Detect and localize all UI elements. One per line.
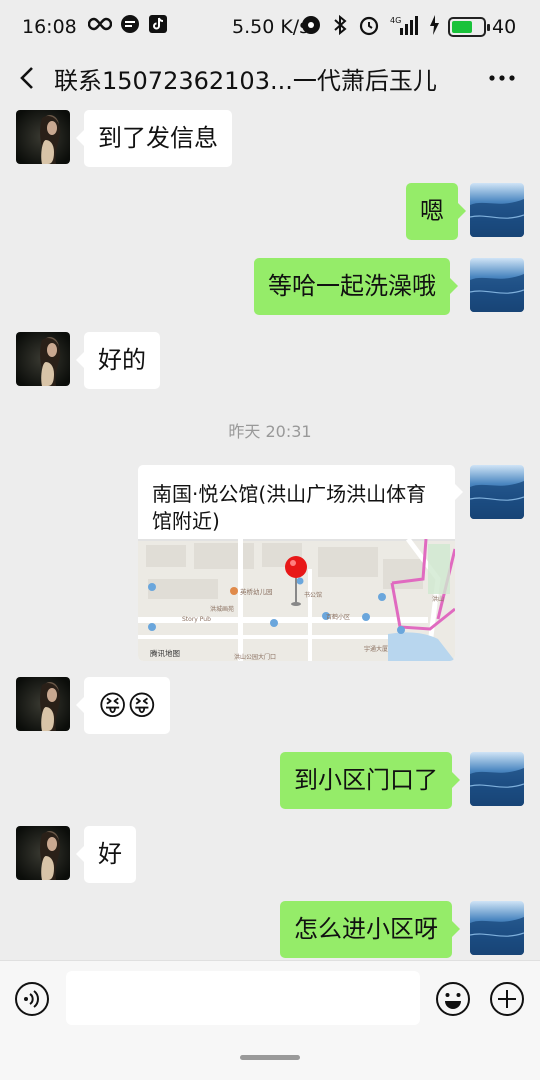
- status-bar: 16:08 5.50 K/s 4G 40: [0, 0, 540, 56]
- my-avatar[interactable]: [470, 465, 524, 519]
- battery-icon: [448, 17, 490, 37]
- location-map-thumbnail[interactable]: 英桥幼儿园 洪城画苑 Story Pub 腾讯地图 宇通大厦 洪山公园大门口 百…: [138, 539, 455, 661]
- contact-avatar[interactable]: [16, 110, 70, 164]
- voice-icon[interactable]: [14, 981, 50, 1017]
- battery-level: 40: [492, 16, 517, 38]
- bluetooth-icon: [334, 14, 347, 36]
- plus-icon[interactable]: [489, 981, 525, 1017]
- chat-input-bar: [0, 960, 540, 1080]
- message-bubble-incoming[interactable]: 好: [76, 826, 136, 883]
- map-label: 英桥幼儿园: [240, 587, 273, 596]
- message-icon: [121, 15, 139, 33]
- my-avatar[interactable]: [470, 258, 524, 312]
- location-name: 南国·悦公馆(洪山广场洪山体育馆附近): [152, 482, 427, 533]
- hotspot-icon: [302, 16, 320, 34]
- infinity-icon: [88, 17, 112, 31]
- map-label: 洪城画苑: [210, 605, 234, 613]
- map-label: 书公馆: [304, 591, 322, 599]
- contact-avatar[interactable]: [16, 826, 70, 880]
- message-bubble-outgoing[interactable]: 嗯: [406, 183, 466, 240]
- contact-avatar[interactable]: [16, 677, 70, 731]
- message-input[interactable]: [66, 971, 420, 1025]
- location-message-card[interactable]: 南国·悦公馆(洪山广场洪山体育馆附近) 英桥幼儿园 洪城画苑 Story Pub…: [138, 465, 455, 661]
- chevron-left-icon[interactable]: [14, 62, 42, 94]
- network-speed: 5.50 K/s: [232, 16, 310, 38]
- map-label: 腾讯地图: [150, 648, 180, 658]
- map-label: 宇通大厦: [364, 645, 388, 653]
- map-label: 洪山: [432, 595, 444, 603]
- message-bubble-incoming[interactable]: 到了发信息: [76, 110, 232, 167]
- map-label: 洪山公园大门口: [234, 653, 276, 661]
- chat-header: 联系15072362103...一代萧后玉儿: [0, 56, 540, 100]
- charging-icon: [430, 15, 439, 35]
- my-avatar[interactable]: [470, 752, 524, 806]
- map-label: Story Pub: [182, 616, 211, 623]
- chat-timestamp: 昨天 20:31: [228, 422, 312, 441]
- my-avatar[interactable]: [470, 183, 524, 237]
- home-indicator: [240, 1055, 300, 1060]
- contact-avatar[interactable]: [16, 332, 70, 386]
- status-time: 16:08: [22, 16, 77, 38]
- location-bubble-arrow: [455, 484, 463, 500]
- map-label: 百鹤小区: [326, 613, 350, 621]
- more-dots-icon[interactable]: [486, 64, 518, 92]
- my-avatar[interactable]: [470, 901, 524, 955]
- signal-icon: 4G: [390, 16, 418, 35]
- message-bubble-outgoing[interactable]: 怎么进小区呀: [280, 901, 460, 958]
- emoji-text: 😝😝: [98, 689, 157, 722]
- chat-title: 联系15072362103...一代萧后玉儿: [54, 67, 437, 95]
- message-bubble-incoming[interactable]: 😝😝: [75, 677, 171, 734]
- svg-text:4G: 4G: [390, 16, 401, 25]
- message-bubble-outgoing[interactable]: 到小区门口了: [280, 752, 460, 809]
- message-bubble-incoming[interactable]: 好的: [76, 332, 160, 389]
- emoji-icon[interactable]: [435, 981, 471, 1017]
- alarm-icon: [359, 16, 379, 36]
- message-bubble-outgoing[interactable]: 等哈一起洗澡哦: [254, 258, 458, 315]
- tiktok-icon: [149, 15, 167, 33]
